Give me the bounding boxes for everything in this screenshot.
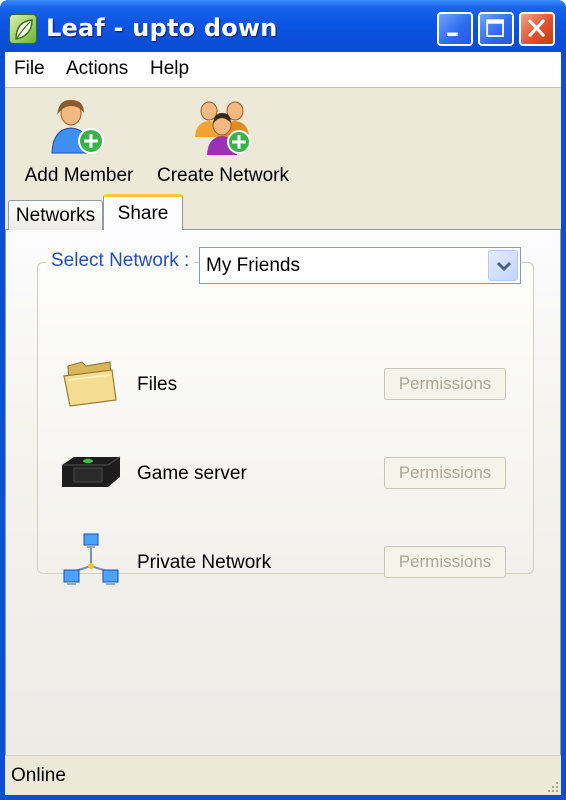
leaf-app-icon xyxy=(9,14,37,44)
create-network-button[interactable]: Create Network xyxy=(153,97,293,189)
game-console-icon xyxy=(62,456,121,487)
folder-icon xyxy=(63,361,117,407)
files-permissions-button[interactable]: Permissions xyxy=(384,368,506,400)
maximize-button[interactable] xyxy=(478,12,514,46)
dropdown-button[interactable] xyxy=(488,250,518,281)
create-network-label: Create Network xyxy=(157,165,289,186)
app-window: Leaf - upto down File Actions Help Add M… xyxy=(0,0,566,800)
title-bar[interactable]: Leaf - upto down xyxy=(0,0,566,58)
tab-share[interactable]: Share xyxy=(103,194,183,231)
menu-bar: File Actions Help xyxy=(5,52,561,88)
create-network-icon xyxy=(195,101,251,155)
close-button[interactable] xyxy=(519,12,555,46)
window-client-area: File Actions Help Add Member Create Netw… xyxy=(5,52,561,795)
status-text: Online xyxy=(11,765,66,786)
network-select[interactable]: My Friends xyxy=(199,247,521,284)
share-files-label: Files xyxy=(137,374,178,395)
resize-grip-icon[interactable] xyxy=(545,779,559,793)
menu-help[interactable]: Help xyxy=(150,58,189,80)
network-select-value: My Friends xyxy=(206,255,300,276)
maximize-icon xyxy=(486,19,504,37)
minimize-button[interactable] xyxy=(437,12,473,46)
menu-file[interactable]: File xyxy=(14,58,45,80)
window-title: Leaf - upto down xyxy=(46,14,278,42)
share-row-game-server: Game server Permissions xyxy=(6,449,562,509)
add-member-label: Add Member xyxy=(24,165,134,186)
share-private-network-label: Private Network xyxy=(137,552,272,573)
close-icon xyxy=(528,19,545,37)
network-icon xyxy=(63,533,119,585)
status-bar: Online xyxy=(5,755,561,795)
chevron-down-icon xyxy=(496,261,512,272)
menu-actions[interactable]: Actions xyxy=(66,58,128,80)
add-member-icon xyxy=(51,99,104,154)
add-member-button[interactable]: Add Member xyxy=(19,97,139,189)
select-network-label: Select Network : xyxy=(46,250,195,272)
share-game-server-label: Game server xyxy=(137,463,247,484)
game-server-permissions-button[interactable]: Permissions xyxy=(384,457,506,489)
share-panel: Select Network : My Friends Files Permis… xyxy=(5,230,561,755)
tab-networks[interactable]: Networks xyxy=(8,200,103,230)
toolbar: Add Member Create Network xyxy=(5,89,561,191)
minimize-icon xyxy=(447,32,458,37)
share-row-private-network: Private Network Permissions xyxy=(6,533,562,598)
tab-strip: Networks Share xyxy=(5,192,561,231)
private-network-permissions-button[interactable]: Permissions xyxy=(384,546,506,578)
share-row-files: Files Permissions xyxy=(6,360,562,420)
